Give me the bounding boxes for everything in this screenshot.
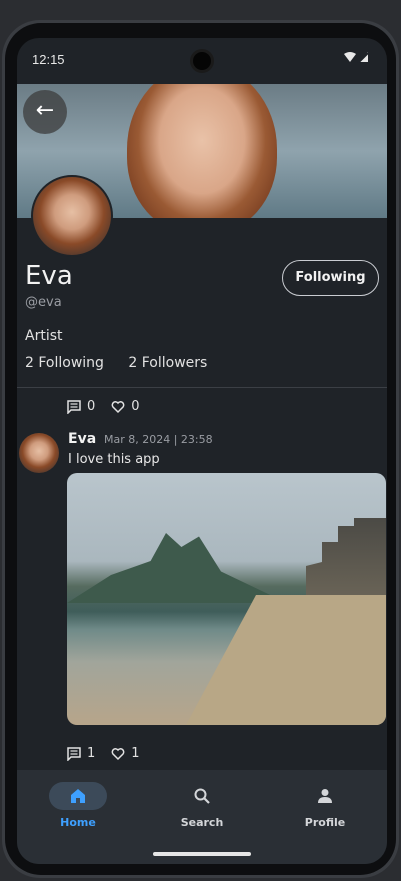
comment-icon bbox=[67, 746, 81, 761]
like-action[interactable]: 0 bbox=[111, 399, 140, 414]
following-button[interactable]: Following bbox=[282, 260, 379, 296]
heart-icon bbox=[111, 400, 125, 413]
post-author-name[interactable]: Eva bbox=[68, 431, 96, 447]
nav-profile[interactable]: Profile bbox=[275, 782, 375, 829]
post-like-count: 1 bbox=[131, 746, 140, 761]
comment-action[interactable]: 0 bbox=[67, 399, 95, 414]
home-icon bbox=[71, 789, 85, 803]
bottom-navigation: Home Search Profile bbox=[17, 770, 387, 864]
person-icon bbox=[318, 789, 332, 803]
post-image[interactable] bbox=[67, 473, 386, 725]
nav-home-label: Home bbox=[60, 816, 96, 829]
nav-search[interactable]: Search bbox=[152, 782, 252, 829]
heart-icon bbox=[111, 747, 125, 760]
nav-home[interactable]: Home bbox=[28, 782, 128, 829]
following-count[interactable]: 2 Following bbox=[25, 355, 104, 371]
nav-profile-label: Profile bbox=[304, 816, 346, 829]
post-comment-action[interactable]: 1 bbox=[67, 746, 95, 761]
post-actions: 1 1 bbox=[67, 746, 140, 761]
profile-handle: @eva bbox=[25, 295, 62, 310]
like-count: 0 bbox=[131, 399, 140, 414]
comment-icon bbox=[67, 399, 81, 414]
image-beach bbox=[186, 595, 386, 725]
status-bar: 12:15 bbox=[17, 38, 387, 84]
image-mountain bbox=[67, 533, 287, 603]
app-screen: 12:15 ← Eva @eva Following Artist 2 Foll… bbox=[17, 38, 387, 864]
profile-bio: Artist bbox=[25, 328, 63, 344]
profile-stats: 2 Following 2 Followers bbox=[25, 355, 227, 371]
nav-search-label: Search bbox=[180, 816, 224, 829]
top-post-actions: 0 0 bbox=[67, 399, 140, 414]
post-text: I love this app bbox=[68, 452, 160, 467]
search-icon bbox=[194, 788, 210, 804]
divider bbox=[17, 387, 387, 388]
post-date: Mar 8, 2024 | 23:58 bbox=[104, 433, 213, 446]
cover-portrait bbox=[127, 84, 277, 218]
front-camera bbox=[190, 49, 214, 73]
gesture-bar[interactable] bbox=[153, 852, 251, 856]
wifi-icon bbox=[343, 51, 369, 66]
post-comment-count: 1 bbox=[87, 746, 96, 761]
profile-avatar bbox=[31, 175, 113, 257]
post-author-avatar[interactable] bbox=[19, 433, 59, 473]
back-button[interactable]: ← bbox=[23, 90, 67, 134]
comment-count: 0 bbox=[87, 399, 96, 414]
post-like-action[interactable]: 1 bbox=[111, 746, 140, 761]
followers-count[interactable]: 2 Followers bbox=[128, 355, 207, 371]
image-city bbox=[306, 518, 386, 598]
status-time: 12:15 bbox=[32, 52, 65, 67]
profile-name: Eva bbox=[25, 261, 73, 291]
arrow-left-icon: ← bbox=[35, 98, 55, 123]
